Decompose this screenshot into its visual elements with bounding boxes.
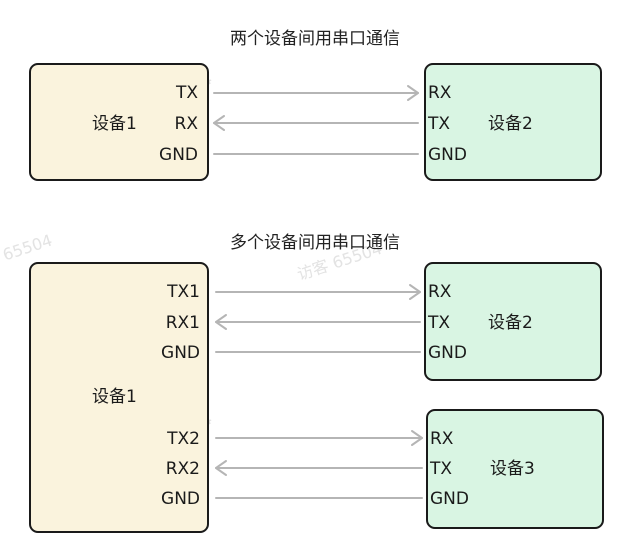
wires-layer [213, 85, 423, 499]
diagram-canvas: 访客 65504 访客 65504 65504 访客 65504 访客 6550… [0, 0, 621, 543]
